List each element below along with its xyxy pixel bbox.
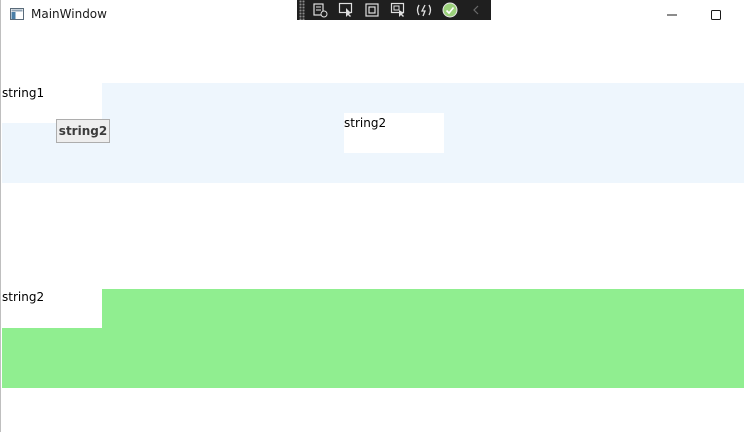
string2-button[interactable]: string2 [56,119,110,143]
hot-reload-status-check-icon[interactable] [439,0,461,20]
xaml-debug-toolbar [297,0,491,20]
window-title: MainWindow [31,7,107,21]
maximize-button[interactable] [693,0,739,30]
toolbar-grip-icon[interactable] [299,0,305,20]
title-bar[interactable]: MainWindow [1,0,744,30]
green-panel: string2 [2,289,744,388]
display-layout-adorners-icon[interactable] [361,0,383,20]
hot-reload-icon[interactable] [413,0,435,20]
track-focused-element-icon[interactable] [387,0,409,20]
minimize-button[interactable] [649,0,695,30]
collapse-chevron-icon[interactable] [465,0,487,20]
minimize-icon [667,14,677,16]
maximize-icon [711,10,721,20]
blue-panel: string1 string2 string2 [2,83,744,183]
main-window: MainWindow string1 string2 string2 strin… [0,0,744,432]
live-visual-tree-icon[interactable] [309,0,331,20]
select-element-icon[interactable] [335,0,357,20]
string1-label: string1 [2,83,102,123]
string2-label: string2 [2,289,102,328]
app-window-icon [10,8,24,20]
string2-label: string2 [344,113,444,153]
